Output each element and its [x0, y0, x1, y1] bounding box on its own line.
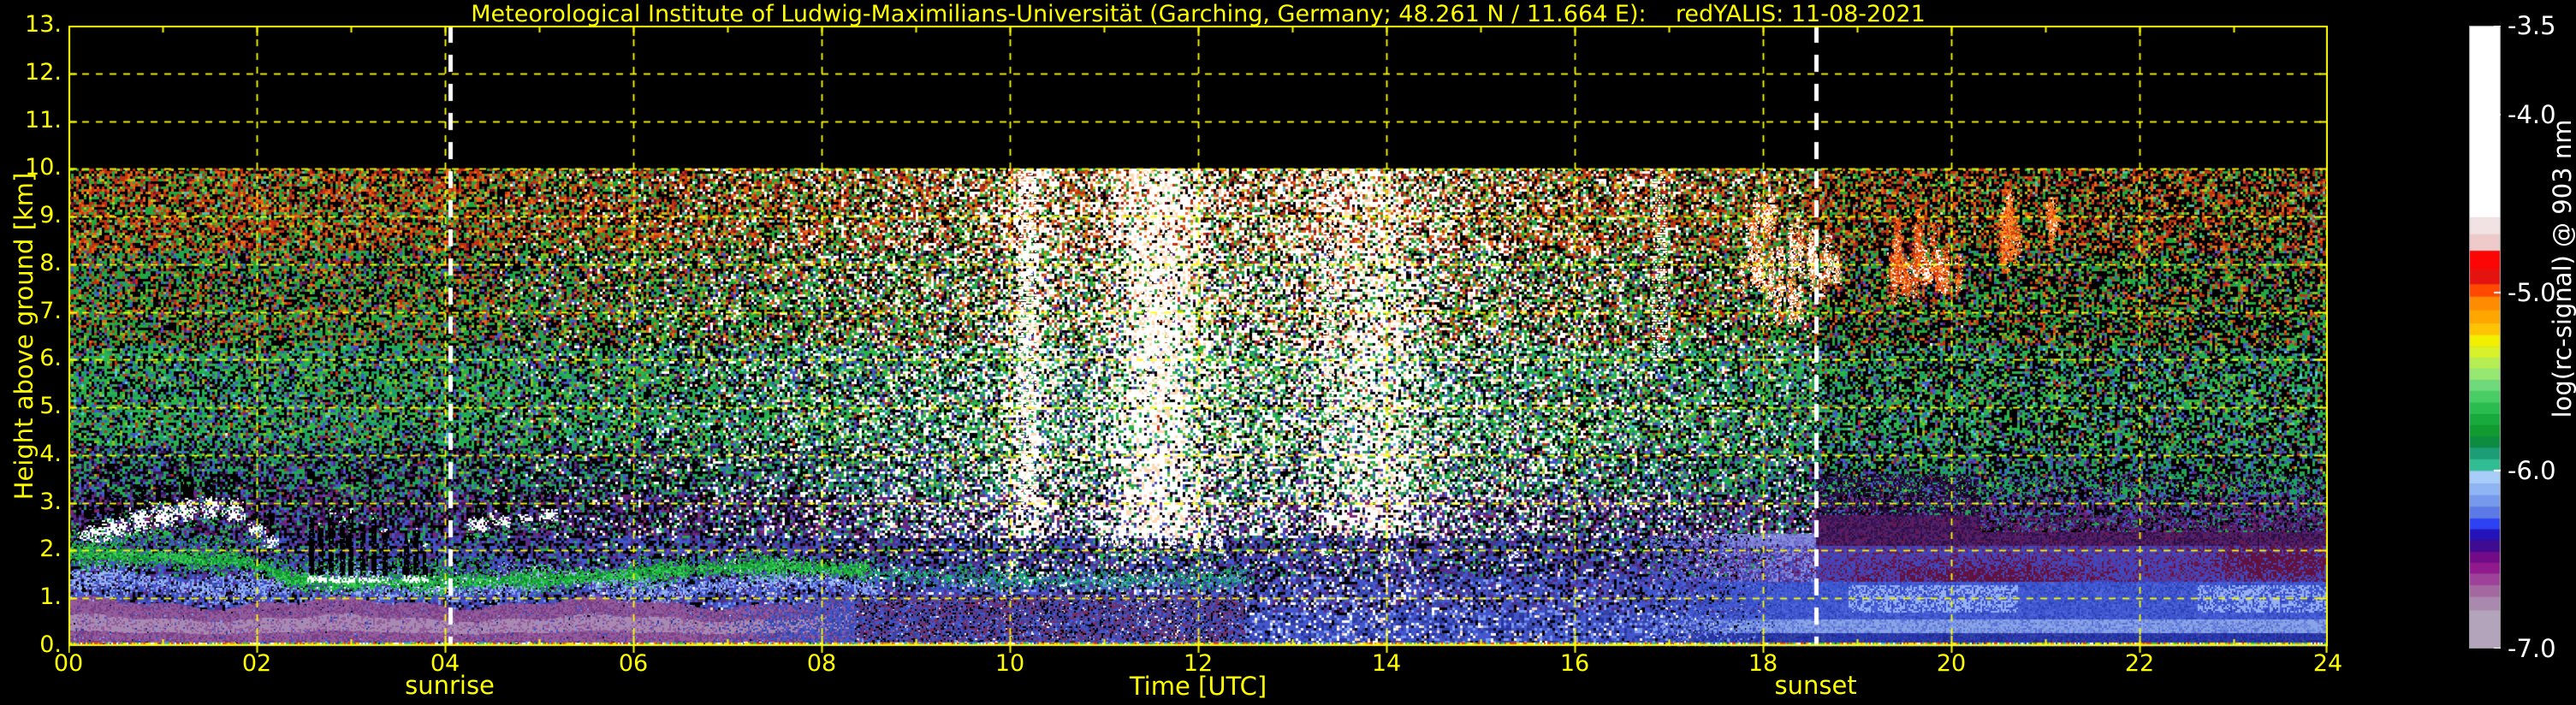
y-tick-label: 13. — [25, 10, 62, 38]
y-tick-label: 7. — [39, 297, 62, 324]
y-tick-label: 5. — [39, 393, 62, 420]
x-tick-label: 14 — [1371, 650, 1402, 677]
x-tick-label: 06 — [618, 650, 649, 677]
y-tick-label: 10. — [25, 154, 62, 181]
x-tick-label: 08 — [806, 650, 837, 677]
x-tick-label: 12 — [1183, 650, 1214, 677]
y-tick-label: 6. — [39, 345, 62, 372]
x-tick-label: 10 — [994, 650, 1025, 677]
y-tick-label: 4. — [39, 440, 62, 467]
y-tick-label: 3. — [39, 488, 62, 515]
y-tick-label: 9. — [39, 202, 62, 229]
colorbar-canvas — [2469, 26, 2501, 649]
y-tick-label: 12. — [25, 58, 62, 86]
colorbar-tick-label: -7.0 — [2508, 634, 2556, 663]
x-tick-label: 22 — [2124, 650, 2155, 677]
x-tick-label: 16 — [1559, 650, 1590, 677]
y-tick-label: 0. — [39, 631, 62, 658]
y-tick-label: 8. — [39, 249, 62, 276]
colorbar-tick-label: -6.0 — [2508, 456, 2556, 485]
colorbar-tick-label: -3.5 — [2508, 11, 2556, 40]
lidar-quicklook-window: Meteorological Institute of Ludwig-Maxim… — [0, 0, 2576, 705]
x-tick-label: 04 — [430, 650, 460, 677]
page-title: Meteorological Institute of Ludwig-Maxim… — [471, 1, 1926, 27]
y-tick-label: 1. — [39, 584, 62, 611]
colorbar-tick-label: -5.0 — [2508, 278, 2556, 307]
x-tick-label: 24 — [2312, 650, 2343, 677]
y-tick-label: 2. — [39, 536, 62, 563]
colorbar-tick-label: -4.0 — [2508, 100, 2556, 129]
x-tick-label: 18 — [1748, 650, 1778, 677]
x-tick-label: 02 — [241, 650, 272, 677]
y-tick-label: 11. — [25, 106, 62, 133]
x-tick-label: 20 — [1936, 650, 1967, 677]
lidar-heatmap-canvas — [68, 26, 2328, 655]
colorbar-title: log(rc-signal) @ 903 nm — [2548, 119, 2576, 418]
